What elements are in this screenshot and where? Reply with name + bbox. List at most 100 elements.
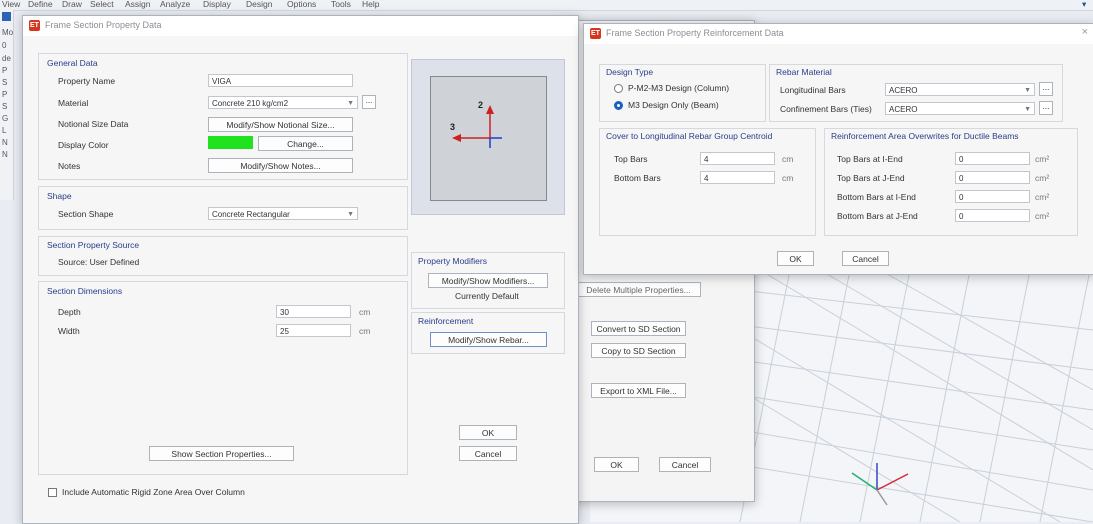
convert-sd-section-button[interactable]: Convert to SD Section <box>591 321 686 336</box>
menu-draw[interactable]: Draw <box>62 0 82 9</box>
depth-field[interactable]: 30 <box>276 305 351 318</box>
overwrite-row-label: Bottom Bars at J-End <box>837 211 918 221</box>
side-item[interactable]: N <box>2 138 8 147</box>
overwrite-row-field[interactable]: 0 <box>955 190 1030 203</box>
side-item[interactable]: Mo <box>2 28 13 37</box>
chevron-down-icon: ▼ <box>347 100 354 107</box>
menu-tools[interactable]: Tools <box>331 0 351 9</box>
cover-top-field[interactable]: 4 <box>700 152 775 165</box>
longitudinal-bars-select[interactable]: ACERO ▼ <box>885 83 1035 96</box>
menu-help[interactable]: Help <box>362 0 379 9</box>
dialog-title: Frame Section Property Data <box>45 20 162 30</box>
shape-label: Shape <box>47 191 72 201</box>
design-beam-label: M3 Design Only (Beam) <box>628 100 719 110</box>
rigid-zone-checkbox[interactable] <box>48 488 57 497</box>
user-icon[interactable]: ▾ <box>1082 0 1086 10</box>
side-item[interactable]: S <box>2 102 7 111</box>
material-select[interactable]: Concrete 210 kg/cm2 ▼ <box>208 96 358 109</box>
source-text: Source: User Defined <box>58 257 140 267</box>
axis-arrows <box>452 105 502 148</box>
design-column-radio[interactable] <box>614 84 623 93</box>
chevron-down-icon: ▼ <box>1024 87 1031 94</box>
left-side-panel: Mo 0 de P S P S G L N N <box>0 10 14 200</box>
menu-assign[interactable]: Assign <box>125 0 151 9</box>
side-item[interactable]: P <box>2 90 7 99</box>
display-color-swatch <box>208 136 253 149</box>
design-column-label: P-M2-M3 Design (Column) <box>628 83 730 93</box>
delete-multiple-button[interactable]: Delete Multiple Properties... <box>576 282 701 297</box>
menu-options[interactable]: Options <box>287 0 316 9</box>
change-color-button[interactable]: Change... <box>258 136 353 151</box>
side-item[interactable]: S <box>2 78 7 87</box>
area-overwrites-label: Reinforcement Area Overwrites for Ductil… <box>831 131 1019 141</box>
rebar-ok-button[interactable]: OK <box>777 251 814 266</box>
overwrite-row-unit: cm² <box>1035 173 1050 183</box>
material-more-button[interactable]: ... <box>362 95 376 109</box>
rebar-cancel-button[interactable]: Cancel <box>842 251 889 266</box>
notional-size-button[interactable]: Modify/Show Notional Size... <box>208 117 353 132</box>
material-value: Concrete 210 kg/cm2 <box>212 99 289 108</box>
property-modifiers-group: Property Modifiers Modify/Show Modifiers… <box>411 252 565 309</box>
menu-view[interactable]: View <box>2 0 20 9</box>
behind-ok-button[interactable]: OK <box>594 457 639 472</box>
overwrite-row-field[interactable]: 0 <box>955 171 1030 184</box>
menu-display[interactable]: Display <box>203 0 231 9</box>
width-unit: cm <box>359 326 371 336</box>
side-item[interactable]: de <box>2 54 11 63</box>
cover-top-unit: cm <box>782 154 794 164</box>
cover-bottom-label: Bottom Bars <box>614 173 661 183</box>
confinement-bars-select[interactable]: ACERO ▼ <box>885 102 1035 115</box>
confinement-more-button[interactable]: ... <box>1039 101 1053 115</box>
behind-cancel-button[interactable]: Cancel <box>659 457 711 472</box>
overwrite-row-unit: cm² <box>1035 154 1050 164</box>
axis-3-label: 3 <box>450 122 456 132</box>
cover-bottom-unit: cm <box>782 173 794 183</box>
section-dimensions-label: Section Dimensions <box>47 286 123 296</box>
property-name-field[interactable]: VIGA <box>208 74 353 87</box>
side-item[interactable]: 0 <box>2 41 6 50</box>
menu-bar: View Define Draw Select Assign Analyze D… <box>0 0 1093 11</box>
cancel-button[interactable]: Cancel <box>459 446 517 461</box>
menu-design[interactable]: Design <box>246 0 272 9</box>
show-section-properties-button[interactable]: Show Section Properties... <box>149 446 294 461</box>
material-label: Material <box>58 98 89 108</box>
overwrite-row-label: Top Bars at I-End <box>837 154 903 164</box>
dialog-title-bar[interactable]: ET Frame Section Property Data <box>23 16 578 36</box>
section-shape-select[interactable]: Concrete Rectangular ▼ <box>208 207 358 220</box>
modify-rebar-button[interactable]: Modify/Show Rebar... <box>430 332 547 347</box>
side-item[interactable]: N <box>2 150 8 159</box>
copy-sd-section-button[interactable]: Copy to SD Section <box>591 343 686 358</box>
design-beam-radio[interactable] <box>614 101 623 110</box>
area-overwrites-group: Reinforcement Area Overwrites for Ductil… <box>824 128 1078 236</box>
side-item[interactable]: G <box>2 114 8 123</box>
section-shape-value: Concrete Rectangular <box>212 210 290 219</box>
width-field[interactable]: 25 <box>276 324 351 337</box>
notes-label: Notes <box>58 161 81 171</box>
rebar-material-label: Rebar Material <box>776 67 832 77</box>
close-icon[interactable]: × <box>1082 26 1088 38</box>
side-item[interactable]: P <box>2 66 7 75</box>
design-type-label: Design Type <box>606 67 654 77</box>
app-icon <box>2 12 11 21</box>
ok-button[interactable]: OK <box>459 425 517 440</box>
menu-select[interactable]: Select <box>90 0 114 9</box>
menu-analyze[interactable]: Analyze <box>160 0 190 9</box>
side-item[interactable]: L <box>2 126 6 135</box>
longitudinal-bars-label: Longitudinal Bars <box>780 85 846 95</box>
rebar-dialog-title-bar[interactable]: ET Frame Section Property Reinforcement … <box>584 24 1093 44</box>
general-data-group: General Data Property Name VIGA Material… <box>38 53 408 180</box>
menu-define[interactable]: Define <box>28 0 53 9</box>
general-data-label: General Data <box>47 58 98 68</box>
design-type-group: Design Type P-M2-M3 Design (Column) M3 D… <box>599 64 766 122</box>
cover-bottom-field[interactable]: 4 <box>700 171 775 184</box>
overwrite-row-field[interactable]: 0 <box>955 209 1030 222</box>
overwrite-row-field[interactable]: 0 <box>955 152 1030 165</box>
axis-2-label: 2 <box>478 100 484 110</box>
notes-button[interactable]: Modify/Show Notes... <box>208 158 353 173</box>
longitudinal-more-button[interactable]: ... <box>1039 82 1053 96</box>
export-xml-button[interactable]: Export to XML File... <box>591 383 686 398</box>
modify-modifiers-button[interactable]: Modify/Show Modifiers... <box>428 273 548 288</box>
width-label: Width <box>58 326 80 336</box>
rebar-material-group: Rebar Material Longitudinal Bars ACERO ▼… <box>769 64 1063 122</box>
cover-top-label: Top Bars <box>614 154 648 164</box>
